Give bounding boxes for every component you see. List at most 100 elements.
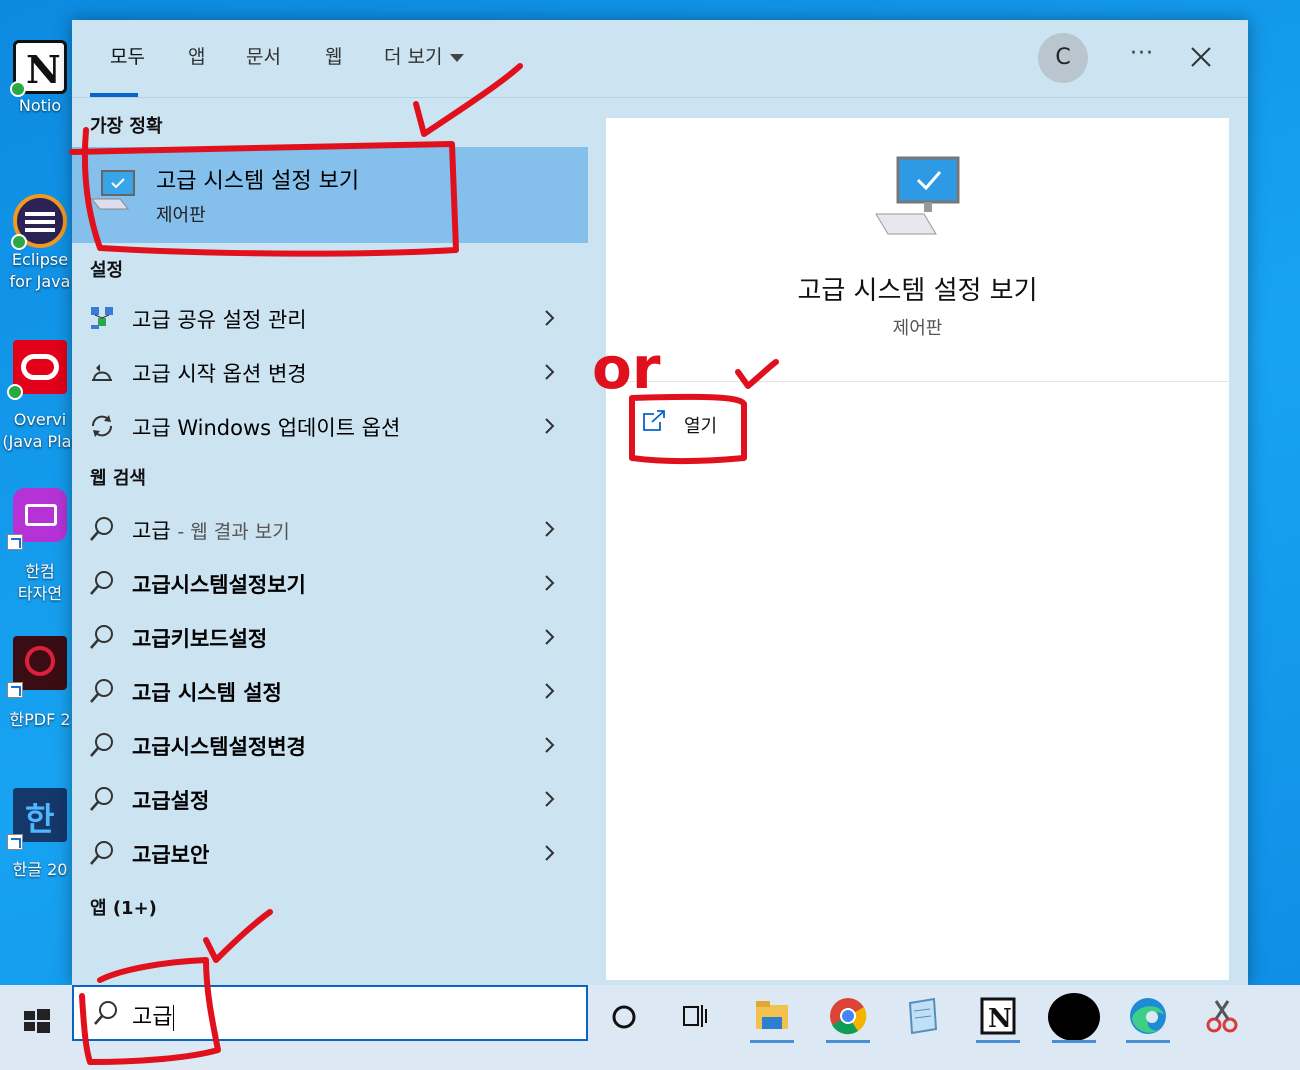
shortcut-arrow-icon [7,534,23,550]
settings-item[interactable]: 고급 시작 옵션 변경 [72,345,588,399]
sync-check-icon [7,384,23,400]
chevron-right-icon [545,418,555,434]
taskbar-file-explorer[interactable] [744,991,800,1043]
chevron-right-icon [545,791,555,807]
taskbar-notion[interactable]: N [970,991,1026,1043]
web-search-item[interactable]: 고급시스템설정변경 [72,718,588,772]
desktop-icon-label: 한컴 [25,562,55,581]
result-detail-pane: 고급 시스템 설정 보기 제어판 열기 [606,118,1229,980]
settings-item[interactable]: 고급 Windows 업데이트 옵션 [72,399,588,453]
task-view-button[interactable] [668,991,724,1041]
cortana-button[interactable] [596,991,652,1041]
chevron-right-icon [545,683,555,699]
cortana-circle-icon [612,1005,636,1029]
active-tab-indicator [90,93,138,97]
tab-web[interactable]: 웹 [325,42,342,69]
system-monitor-icon [875,156,960,235]
chevron-down-icon [450,53,465,62]
shortcut-arrow-icon [7,834,23,850]
tab-apps[interactable]: 앱 [188,42,205,69]
oracle-icon [7,340,67,400]
desktop-icon-label-2: 타자연 [17,584,63,603]
desktop-icon-hancom-typing[interactable]: 한컴 타자연 [0,488,80,606]
tab-all[interactable]: 모두 [110,42,145,69]
system-monitor-icon [90,170,135,210]
hangul-icon: 한 [7,788,67,850]
section-apps[interactable]: 앱 (1+) [90,894,157,920]
section-settings: 설정 [90,260,124,281]
search-query: 고급 [132,999,175,1031]
search-icon [90,787,113,811]
search-filter-tabs: 모두 앱 문서 웹 더 보기 C ··· [72,20,1248,98]
taskbar-edge[interactable] [1120,991,1176,1043]
desktop-icon-label-2: for Java [9,272,71,291]
web-search-item[interactable]: 고급설정 [72,772,588,826]
results-list: 가장 정확 고급 시스템 설정 보기 제어판 설정 고급 공유 설정 관리 고급… [72,98,588,985]
open-action-label: 열기 [684,416,718,437]
settings-item-label: 고급 공유 설정 관리 [132,308,307,332]
web-search-item-text: 고급 - 웹 결과 보기 [132,515,290,545]
taskbar-snipping-tool[interactable] [1194,991,1250,1041]
edge-icon [1130,998,1166,1034]
sync-check-icon [11,234,27,250]
web-search-item-label: 고급시스템설정보기 [132,573,306,597]
chevron-right-icon [545,364,555,380]
settings-item-label: 고급 Windows 업데이트 옵션 [132,416,401,440]
folder-icon [756,1001,788,1029]
chevron-right-icon [545,310,555,326]
web-search-item[interactable]: 고급 - 웹 결과 보기 [72,502,588,556]
desktop-icon-eclipse[interactable]: Eclipse for Java [0,194,80,294]
desktop-icon-label: Notio [18,96,62,115]
web-search-item-label: 고급설정 [132,789,210,813]
desktop-icon-notion[interactable]: N Notio [0,40,80,118]
detail-title: 고급 시스템 설정 보기 [797,276,1038,306]
desktop-icon-label: Eclipse [11,250,69,269]
tab-more[interactable]: 더 보기 [384,42,465,69]
search-icon [90,517,113,541]
web-search-item-label: 고급키보드설정 [132,627,268,651]
settings-item[interactable]: 고급 공유 설정 관리 [72,291,588,345]
detail-subtitle: 제어판 [892,318,943,339]
web-search-item[interactable]: 고급 시스템 설정 [72,664,588,718]
web-search-item[interactable]: 고급키보드설정 [72,610,588,664]
windows-logo-icon [24,1009,50,1033]
sync-check-icon [10,81,26,97]
desktop-icon-hangul[interactable]: 한 한글 20 [0,788,80,882]
close-button[interactable] [1182,38,1222,78]
desktop-icon-oracle[interactable]: Overvi (Java Plat [0,340,80,454]
section-web-search: 웹 검색 [90,468,146,489]
text-cursor [173,1005,175,1031]
tab-more-label: 더 보기 [384,46,443,68]
keyboard-icon [7,488,67,550]
notion-icon: N [10,40,67,97]
taskbar-redacted-app[interactable] [1046,991,1102,1043]
web-search-item-label: 고급시스템설정변경 [132,735,306,759]
search-icon [90,625,113,649]
open-external-icon [643,410,665,431]
start-button[interactable] [14,999,58,1043]
chrome-icon [830,998,867,1035]
notepad-icon [908,997,938,1035]
search-icon [90,679,113,703]
tab-documents[interactable]: 문서 [246,42,281,69]
search-icon [90,841,113,865]
divider [606,381,1229,382]
web-search-item[interactable]: 고급보안 [72,826,588,880]
chevron-right-icon [545,737,555,753]
open-action[interactable]: 열기 [640,410,717,440]
account-avatar[interactable]: C [1038,33,1088,83]
taskbar-notepad[interactable] [894,991,950,1041]
task-view-icon [683,1005,707,1027]
desktop-icon-label: 한글 20 [12,860,68,879]
web-search-item-label: 고급 시스템 설정 [132,681,282,705]
search-input[interactable]: 고급 [72,985,588,1041]
redacted-app-icon [1048,993,1100,1041]
web-search-item-suffix: - 웹 결과 보기 [177,521,290,543]
desktop-icon-hanpdf[interactable]: 한PDF 2 [0,636,80,732]
best-match-result[interactable]: 고급 시스템 설정 보기 제어판 [72,147,588,243]
more-options-button[interactable]: ··· [1122,38,1162,78]
web-search-item[interactable]: 고급시스템설정보기 [72,556,588,610]
section-best-match: 가장 정확 [90,116,163,137]
settings-item-label: 고급 시작 옵션 변경 [132,362,307,386]
taskbar-chrome[interactable] [820,991,876,1043]
